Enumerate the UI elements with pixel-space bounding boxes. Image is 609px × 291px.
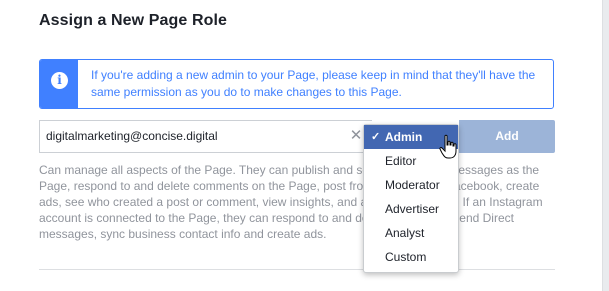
role-option-label: Admin — [385, 130, 423, 144]
info-banner: i If you're adding a new admin to your P… — [39, 59, 554, 109]
person-email-input[interactable]: digitalmarketing@concise.digital — [39, 120, 372, 153]
role-option-label: Moderator — [385, 178, 440, 192]
dialog-title: Assign a New Page Role — [39, 12, 228, 29]
assign-page-role-panel: Assign a New Page Role i If you're addin… — [0, 0, 609, 291]
info-banner-text: If you're adding a new admin to your Pag… — [91, 68, 536, 99]
role-option-label: Custom — [385, 250, 427, 264]
role-option-analyst[interactable]: Analyst — [364, 221, 458, 245]
info-icon-panel: i — [40, 60, 78, 108]
role-option-moderator[interactable]: Moderator — [364, 173, 458, 197]
role-option-advertiser[interactable]: Advertiser — [364, 197, 458, 221]
clear-icon[interactable]: ✕ — [349, 128, 363, 144]
divider — [39, 269, 555, 270]
info-icon: i — [51, 72, 68, 89]
scrollbar-track[interactable] — [602, 0, 609, 291]
role-description: Can manage all aspects of the Page. They… — [39, 163, 543, 241]
role-option-label: Advertiser — [385, 202, 440, 216]
role-option-custom[interactable]: Custom — [364, 245, 458, 269]
checkmark-icon: ✓ — [371, 131, 381, 143]
add-button[interactable]: Add — [459, 120, 555, 153]
role-option-label: Editor — [385, 154, 417, 168]
role-option-label: Analyst — [385, 226, 425, 240]
hand-pointer-cursor-icon — [439, 134, 457, 159]
